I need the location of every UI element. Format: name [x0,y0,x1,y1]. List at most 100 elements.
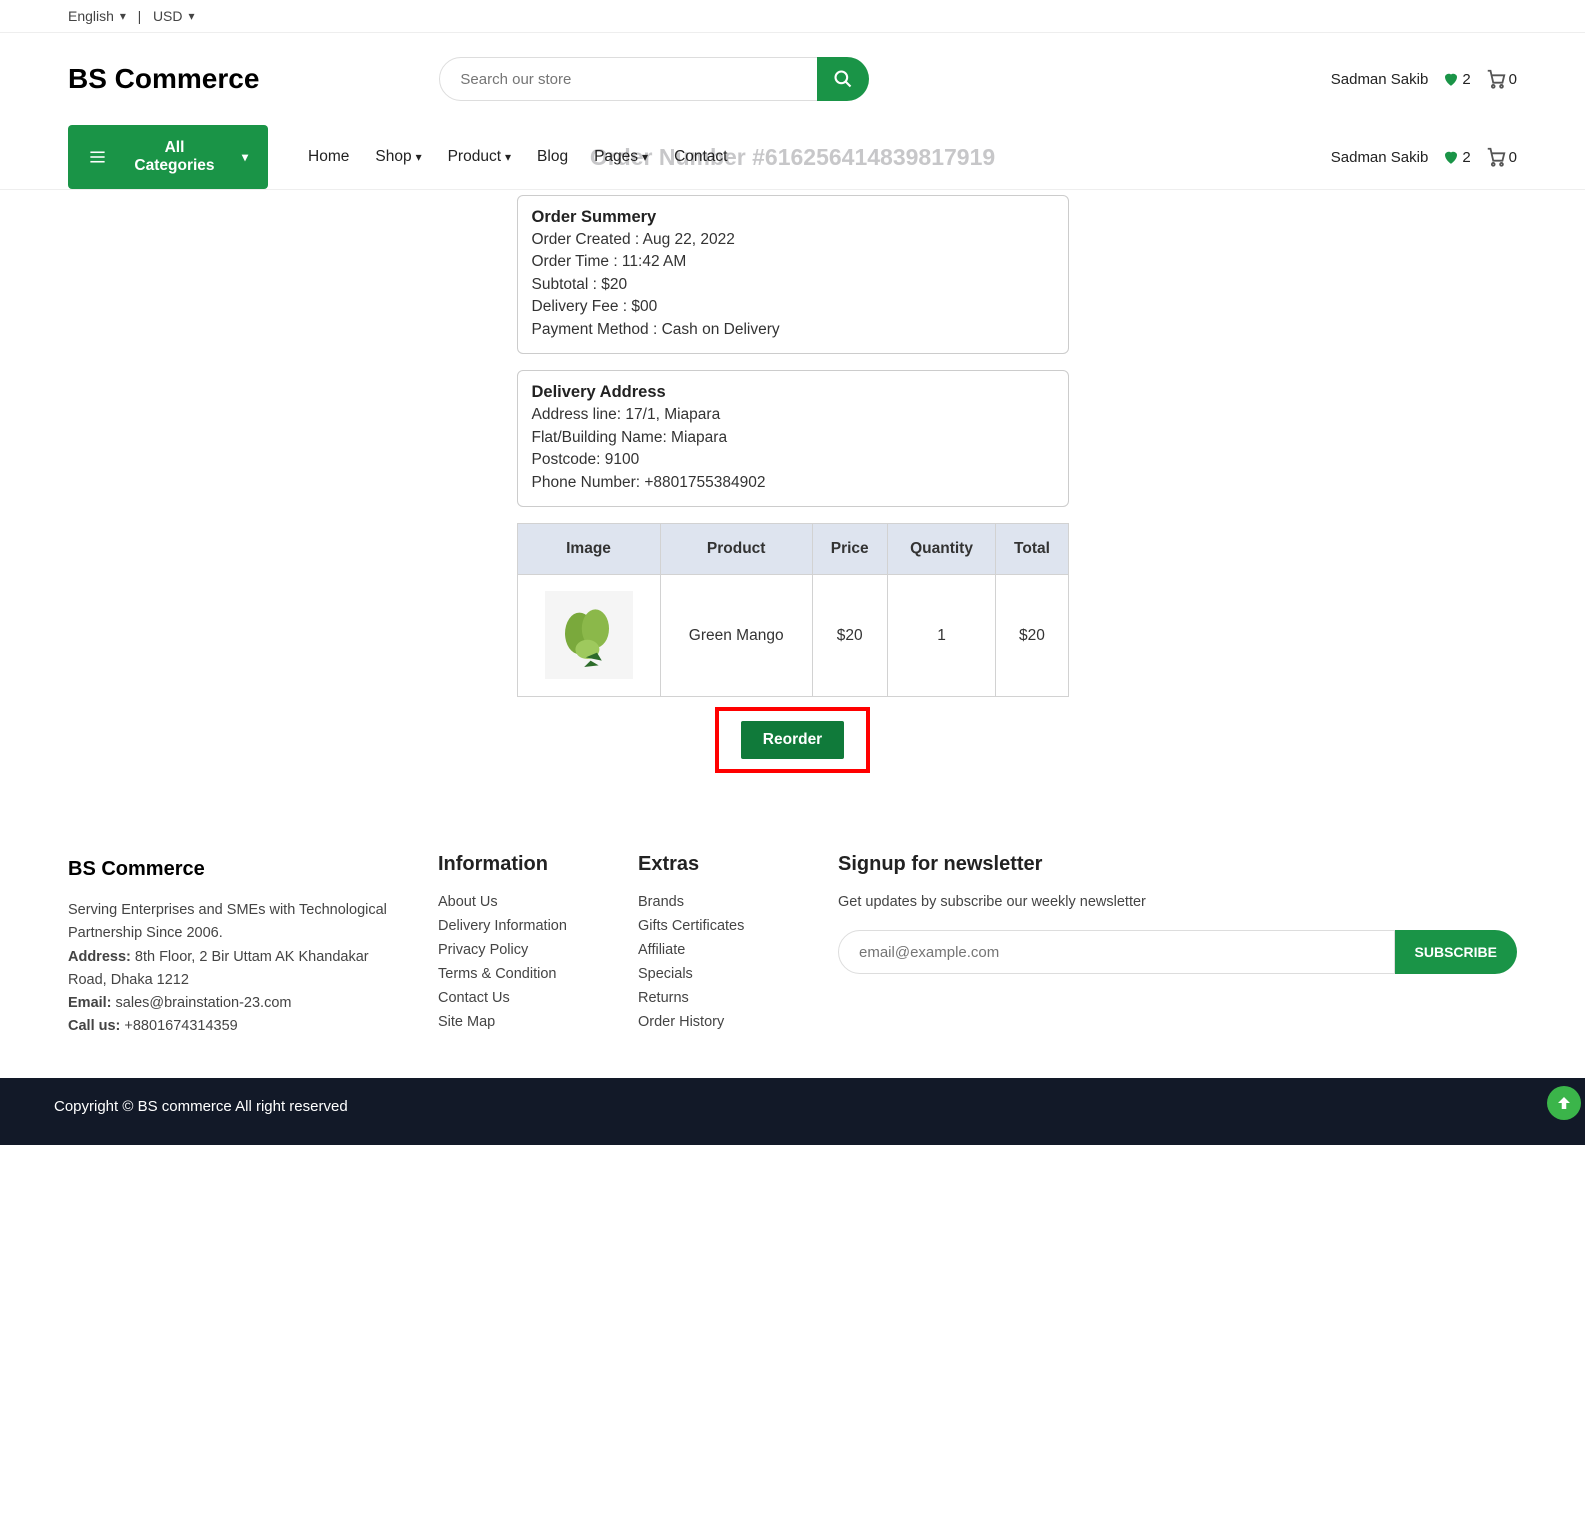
sticky-wishlist-link[interactable]: 2 [1442,148,1470,166]
wishlist-link[interactable]: 2 [1442,70,1470,88]
cell-product: Green Mango [660,575,812,697]
footer-link-delivery[interactable]: Delivery Information [438,918,608,934]
delivery-flat: Flat/Building Name: Miapara [532,427,1054,449]
chevron-down-icon: ▾ [505,150,511,164]
footer-link-sitemap[interactable]: Site Map [438,1014,608,1030]
scroll-to-top-button[interactable] [1547,1086,1581,1120]
chevron-down-icon: ▾ [642,150,648,164]
newsletter-desc: Get updates by subscribe our weekly news… [838,894,1517,910]
footer-link-about[interactable]: About Us [438,894,608,910]
order-delivery-fee: Delivery Fee : $00 [532,296,1054,318]
th-quantity: Quantity [887,524,996,575]
footer-link-privacy[interactable]: Privacy Policy [438,942,608,958]
header-user-area: Sadman Sakib 2 0 [1331,68,1517,90]
cell-quantity: 1 [887,575,996,697]
search-icon [833,69,853,89]
footer: BS Commerce Serving Enterprises and SMEs… [0,813,1585,1078]
search-form [439,57,869,101]
reorder-button[interactable]: Reorder [741,721,844,759]
main-nav: All Categories ▾ Home Shop▾ Product▾ Blo… [0,125,1585,190]
footer-email: sales@brainstation-23.com [112,995,292,1011]
user-name[interactable]: Sadman Sakib [1331,71,1429,88]
delivery-postcode: Postcode: 9100 [532,449,1054,471]
footer-newsletter: Signup for newsletter Get updates by sub… [838,853,1517,1038]
footer-desc: Serving Enterprises and SMEs with Techno… [68,899,408,945]
delivery-address: Address line: 17/1, Miapara [532,404,1054,426]
cart-count: 0 [1509,71,1517,88]
order-created: Order Created : Aug 22, 2022 [532,229,1054,251]
reorder-section: Reorder [517,707,1069,773]
footer-link-history[interactable]: Order History [638,1014,808,1030]
topbar-separator: | [138,8,142,24]
delivery-title: Delivery Address [532,383,1054,402]
footer-link-brands[interactable]: Brands [638,894,808,910]
menu-icon [88,147,107,167]
copyright-bar: Copyright © BS commerce All right reserv… [0,1078,1585,1145]
nav-blog[interactable]: Blog [537,148,568,166]
top-bar: English ▾ | USD ▾ [0,0,1585,33]
newsletter-title: Signup for newsletter [838,853,1517,876]
copyright-text: Copyright © BS commerce All right reserv… [54,1098,348,1115]
nav-pages[interactable]: Pages▾ [594,148,648,166]
currency-selector[interactable]: USD ▾ [153,8,195,24]
newsletter-input[interactable] [838,930,1395,974]
nav-links: Home Shop▾ Product▾ Blog Pages▾ Contact [308,148,727,166]
footer-company: BS Commerce Serving Enterprises and SMEs… [68,853,408,1038]
nav-home[interactable]: Home [308,148,349,166]
th-total: Total [996,524,1068,575]
footer-link-terms[interactable]: Terms & Condition [438,966,608,982]
chevron-down-icon: ▾ [416,150,422,164]
cell-price: $20 [812,575,887,697]
order-time: Order Time : 11:42 AM [532,251,1054,273]
th-product: Product [660,524,812,575]
footer-link-gifts[interactable]: Gifts Certificates [638,918,808,934]
all-categories-button[interactable]: All Categories ▾ [68,125,268,189]
product-image [545,591,633,679]
cart-link[interactable]: 0 [1485,68,1517,90]
wishlist-count: 2 [1462,71,1470,88]
arrow-up-icon [1555,1094,1573,1112]
currency-label: USD [153,8,183,24]
sticky-user-name[interactable]: Sadman Sakib [1331,149,1429,166]
delivery-phone: Phone Number: +8801755384902 [532,472,1054,494]
sticky-wishlist-count: 2 [1462,149,1470,166]
brand-logo[interactable]: BS Commerce [68,63,259,95]
order-items-table: Image Product Price Quantity Total [517,523,1069,697]
nav-product[interactable]: Product▾ [448,148,511,166]
cart-icon [1485,146,1507,168]
reorder-highlight: Reorder [715,707,870,773]
th-image: Image [517,524,660,575]
footer-info-title: Information [438,853,608,876]
th-price: Price [812,524,887,575]
heart-icon [1442,148,1460,166]
footer-callus-label: Call us: [68,1018,120,1034]
search-input[interactable] [439,57,819,101]
cell-total: $20 [996,575,1068,697]
footer-callus: +8801674314359 [120,1018,237,1034]
all-categories-label: All Categories [125,139,224,175]
footer-link-contact[interactable]: Contact Us [438,990,608,1006]
chevron-down-icon: ▾ [120,9,126,23]
order-summary-card: Order Summery Order Created : Aug 22, 20… [517,195,1069,354]
nav-contact[interactable]: Contact [674,148,727,166]
header: BS Commerce Sadman Sakib 2 0 [0,33,1585,125]
sticky-cart-count: 0 [1509,149,1517,166]
subscribe-button[interactable]: SUBSCRIBE [1395,930,1517,974]
footer-link-returns[interactable]: Returns [638,990,808,1006]
footer-address-label: Address: [68,949,131,965]
language-selector[interactable]: English ▾ [68,8,126,24]
footer-link-affiliate[interactable]: Affiliate [638,942,808,958]
order-content: Order Summery Order Created : Aug 22, 20… [517,195,1069,773]
footer-extras: Extras Brands Gifts Certificates Affilia… [638,853,808,1038]
footer-link-specials[interactable]: Specials [638,966,808,982]
mango-icon [549,595,629,675]
chevron-down-icon: ▾ [242,150,248,164]
delivery-address-card: Delivery Address Address line: 17/1, Mia… [517,370,1069,507]
footer-email-label: Email: [68,995,112,1011]
sticky-cart-link[interactable]: 0 [1485,146,1517,168]
search-button[interactable] [817,57,869,101]
language-label: English [68,8,114,24]
table-row: Green Mango $20 1 $20 [517,575,1068,697]
chevron-down-icon: ▾ [189,9,195,23]
nav-shop[interactable]: Shop▾ [375,148,421,166]
